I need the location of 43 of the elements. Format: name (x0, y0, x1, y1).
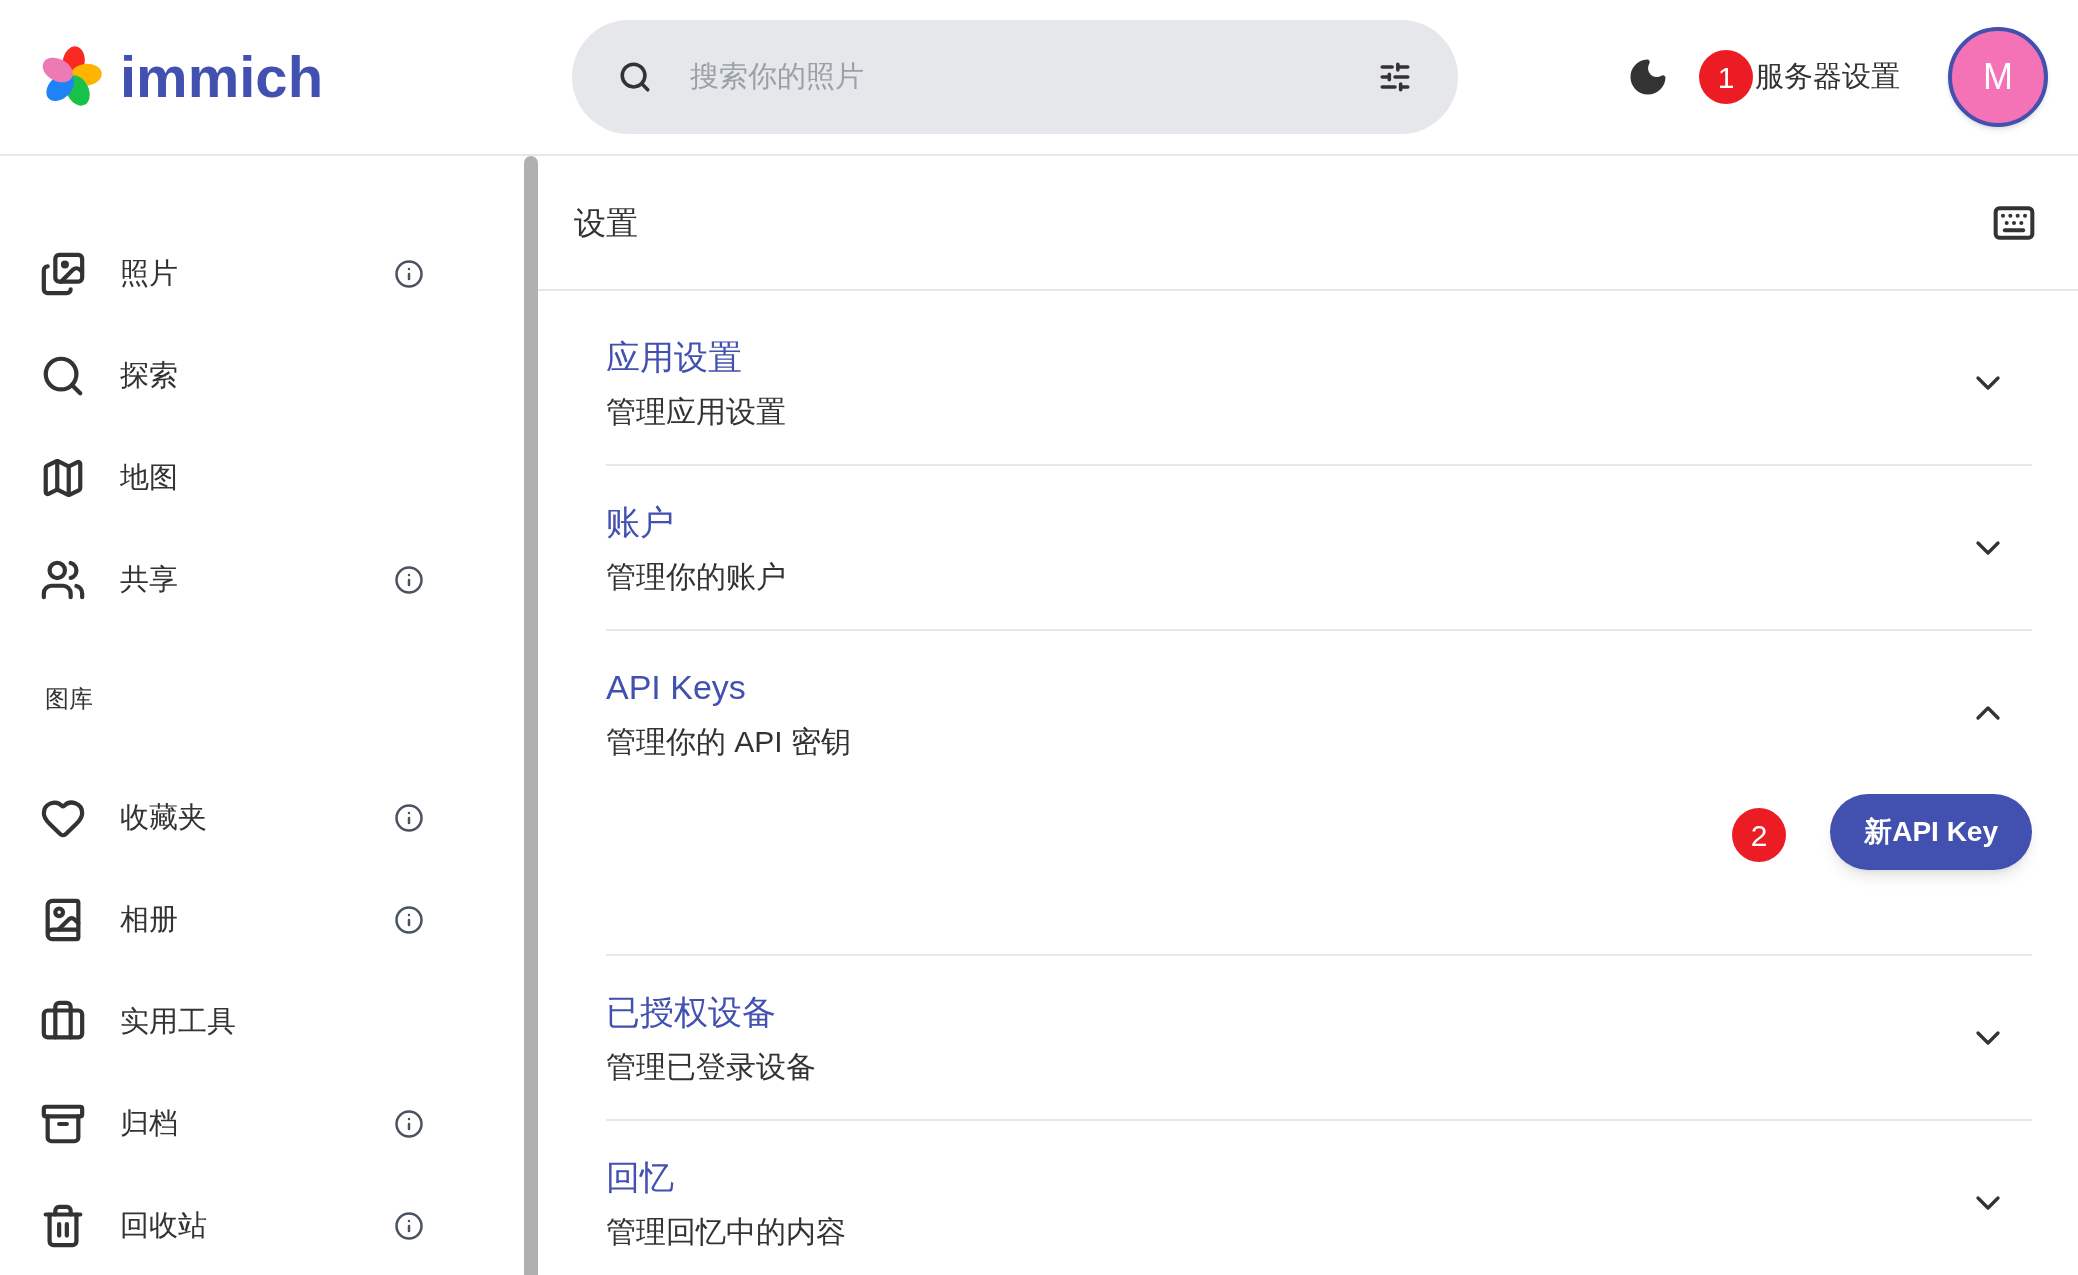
accordion-header[interactable]: API Keys 管理你的 API 密钥 (606, 631, 2032, 794)
search-icon (618, 60, 652, 94)
info-icon[interactable] (394, 803, 424, 833)
section-description: 管理你的 API 密钥 (606, 723, 852, 760)
section-title: API Keys (606, 666, 747, 708)
section-description: 管理回忆中的内容 (606, 1213, 846, 1250)
nav-link[interactable]: 相册 (120, 898, 394, 942)
info-icon[interactable] (394, 565, 424, 595)
section-heading: 图库 (45, 684, 93, 714)
accordion-header[interactable]: 已授权设备 管理已登录设备 (606, 956, 2032, 1119)
page-title: 设置 (574, 203, 638, 243)
nav-link[interactable]: 探索 (120, 354, 424, 398)
info-icon[interactable] (394, 259, 424, 289)
step-marker: 2 (1732, 808, 1787, 862)
logo-text: immich (120, 48, 324, 106)
info-icon[interactable] (394, 905, 424, 935)
photos-icon (40, 251, 86, 297)
scrollbar[interactable] (524, 156, 538, 1275)
section-title: 账户 (606, 501, 675, 543)
nav-link[interactable]: 共享 (120, 558, 394, 602)
accordion-header[interactable]: 回忆 管理回忆中的内容 (606, 1121, 2032, 1275)
info-icon[interactable] (394, 1109, 424, 1139)
nav-link[interactable]: 地图 (120, 456, 424, 500)
section-description: 管理应用设置 (606, 393, 786, 430)
nav-link[interactable]: 实用工具 (120, 1000, 424, 1044)
nav-link[interactable]: 收藏夹 (120, 796, 394, 840)
search-bar[interactable]: 搜索你的照片 (572, 20, 1458, 134)
nav-link[interactable]: 照片 (120, 252, 394, 296)
server-settings-link[interactable]: 服务器设置 (1755, 55, 1900, 99)
section-description: 管理已登录设备 (606, 1048, 816, 1085)
new-api-key-button[interactable]: 新API Key (1830, 794, 2032, 870)
section-title: 应用设置 (606, 336, 743, 378)
nav-link[interactable]: 归档 (120, 1102, 394, 1146)
filter-icon[interactable] (1378, 60, 1412, 94)
nav-link[interactable]: 回收站 (120, 1204, 394, 1248)
section-title: 已授权设备 (606, 991, 777, 1033)
accordion-header[interactable]: 应用设置 管理应用设置 (606, 301, 2032, 464)
step-marker: 1 (1699, 50, 1753, 104)
section-title: 回忆 (606, 1156, 675, 1198)
section-description: 管理你的账户 (606, 558, 786, 595)
info-icon[interactable] (394, 1211, 424, 1241)
accordion-header[interactable]: 账户 管理你的账户 (606, 466, 2032, 629)
search-input[interactable]: 搜索你的照片 (690, 55, 1378, 99)
